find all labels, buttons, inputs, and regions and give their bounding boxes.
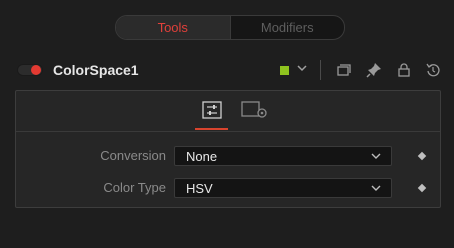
node-enable-toggle[interactable] [17, 64, 43, 76]
lock-icon[interactable] [396, 62, 412, 78]
conversion-keyframe-diamond[interactable] [417, 151, 427, 161]
tools-modifiers-switch: Tools Modifiers [115, 15, 345, 40]
tab-modifiers[interactable]: Modifiers [231, 16, 345, 39]
toggle-knob [31, 65, 41, 75]
color-type-value: HSV [186, 181, 213, 196]
chevron-down-icon [371, 185, 381, 191]
chevron-down-icon [371, 153, 381, 159]
tab-tools[interactable]: Tools [116, 16, 231, 39]
color-type-label: Color Type [103, 180, 166, 195]
conversion-value: None [186, 149, 218, 164]
color-type-select[interactable]: HSV [174, 178, 392, 198]
sliders-icon[interactable] [202, 101, 222, 119]
header-divider [320, 60, 321, 80]
node-name: ColorSpace1 [53, 62, 139, 78]
pin-icon[interactable] [366, 62, 382, 78]
node-color-swatch[interactable] [280, 66, 289, 75]
settings-icon[interactable] [241, 101, 269, 119]
controls-panel: Conversion None Color Type HSV [15, 90, 441, 208]
reset-icon[interactable] [425, 62, 441, 78]
conversion-label: Conversion [100, 148, 166, 163]
versions-icon[interactable] [336, 62, 352, 78]
conversion-select[interactable]: None [174, 146, 392, 166]
panel-tabbar [16, 91, 440, 132]
color-type-keyframe-diamond[interactable] [417, 183, 427, 193]
node-header: ColorSpace1 [0, 52, 454, 88]
active-tab-indicator [195, 128, 228, 130]
chevron-down-icon[interactable] [295, 60, 309, 76]
